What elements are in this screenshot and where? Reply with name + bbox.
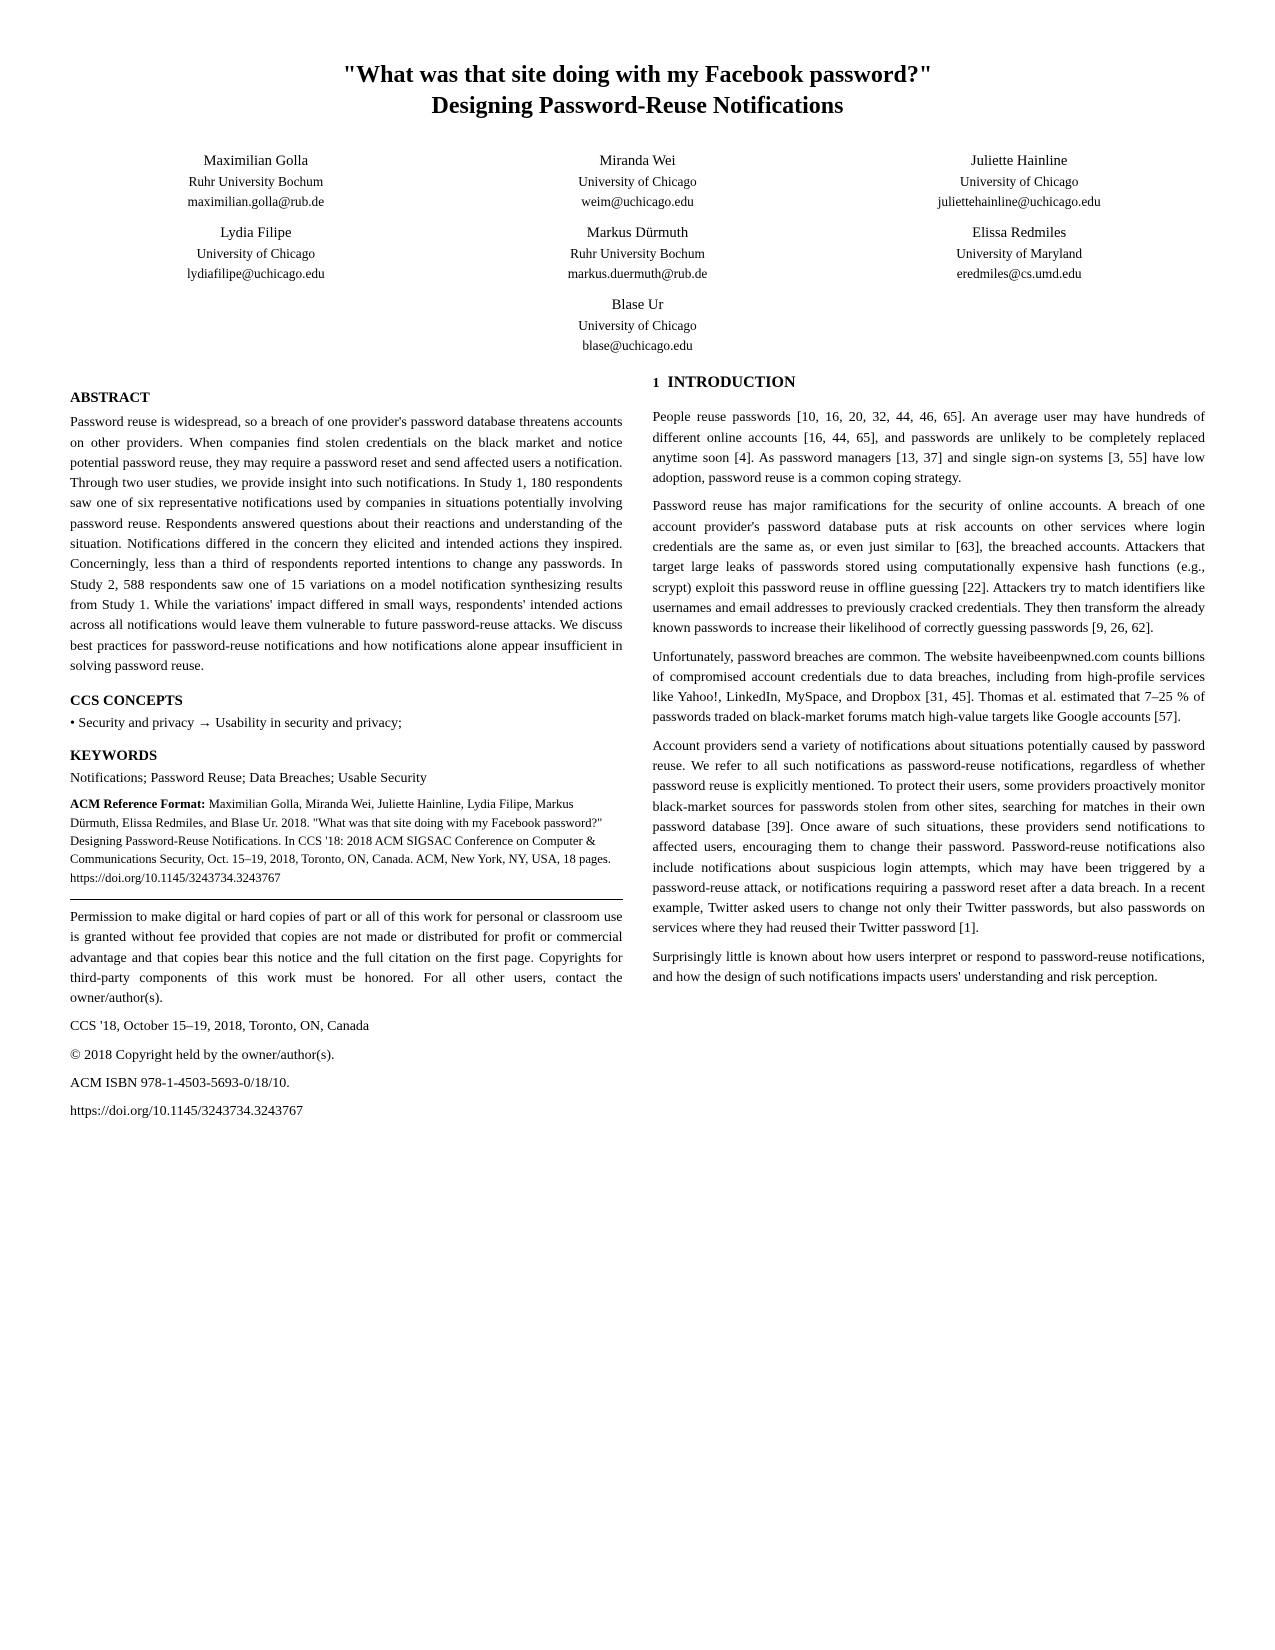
abstract-title: ABSTRACT (70, 390, 623, 407)
body-columns: ABSTRACT Password reuse is widespread, s… (70, 374, 1205, 1130)
right-column: 1 INTRODUCTION People reuse passwords [1… (653, 374, 1206, 1130)
intro-para-2: Password reuse has major ramifications f… (653, 497, 1206, 639)
author-ur: Blase Ur University of Chicago blase@uch… (578, 294, 696, 356)
intro-para-3: Unfortunately, password breaches are com… (653, 648, 1206, 729)
footer-text2: CCS '18, October 15–19, 2018, Toronto, O… (70, 1017, 623, 1037)
acm-reference: ACM Reference Format: Maximilian Golla, … (70, 795, 623, 887)
author-filipe: Lydia Filipe University of Chicago lydia… (70, 222, 442, 284)
intro-para-5: Surprisingly little is known about how u… (653, 948, 1206, 989)
author-golla: Maximilian Golla Ruhr University Bochum … (70, 150, 442, 212)
keywords-title: KEYWORDS (70, 748, 623, 765)
author-durmuth: Markus Dürmuth Ruhr University Bochum ma… (452, 222, 824, 284)
authors-row2: Lydia Filipe University of Chicago lydia… (70, 222, 1205, 284)
author-wei: Miranda Wei University of Chicago weim@u… (452, 150, 824, 212)
footer-box: Permission to make digital or hard copie… (70, 899, 623, 1123)
left-column: ABSTRACT Password reuse is widespread, s… (70, 374, 623, 1130)
keywords-text: Notifications; Password Reuse; Data Brea… (70, 771, 623, 787)
paper-title: "What was that site doing with my Facebo… (70, 60, 1205, 122)
author-hainline: Juliette Hainline University of Chicago … (833, 150, 1205, 212)
intro-para-4: Account providers send a variety of noti… (653, 737, 1206, 940)
ccs-title: CCS CONCEPTS (70, 693, 623, 710)
authors-row3: Blase Ur University of Chicago blase@uch… (70, 294, 1205, 356)
intro-heading: 1 INTRODUCTION (653, 374, 1206, 400)
intro-para-1: People reuse passwords [10, 16, 20, 32, … (653, 408, 1206, 489)
footer-text1: Permission to make digital or hard copie… (70, 908, 623, 1009)
abstract-text: Password reuse is widespread, so a breac… (70, 413, 623, 677)
footer-text3: © 2018 Copyright held by the owner/autho… (70, 1046, 623, 1066)
author-redmiles: Elissa Redmiles University of Maryland e… (833, 222, 1205, 284)
paper-container: "What was that site doing with my Facebo… (70, 60, 1205, 1131)
title-section: "What was that site doing with my Facebo… (70, 60, 1205, 122)
footer-text5: https://doi.org/10.1145/3243734.3243767 (70, 1102, 623, 1122)
footer-text4: ACM ISBN 978-1-4503-5693-0/18/10. (70, 1074, 623, 1094)
ccs-text: • Security and privacy → Usability in se… (70, 716, 623, 732)
authors-row1: Maximilian Golla Ruhr University Bochum … (70, 150, 1205, 212)
